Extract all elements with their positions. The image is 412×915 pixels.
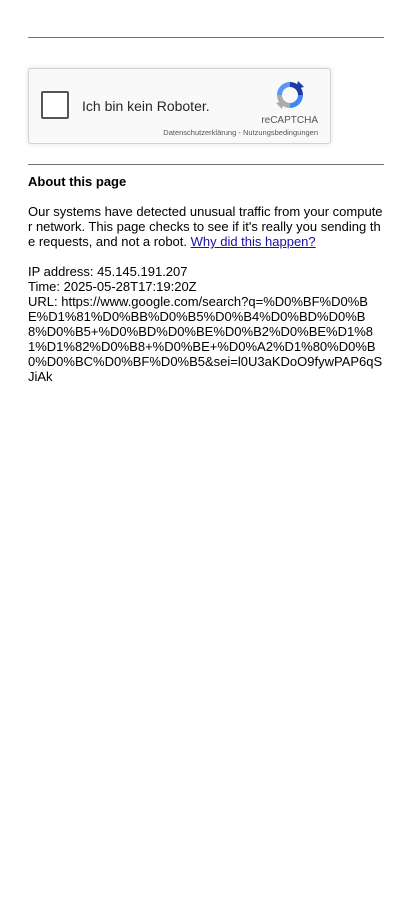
top-divider bbox=[28, 37, 384, 38]
recaptcha-brand: reCAPTCHA bbox=[261, 115, 318, 126]
terms-link[interactable]: Nutzungsbedingungen bbox=[243, 128, 318, 137]
recaptcha-widget: Ich bin kein Roboter. reCAPTCHA Datensch… bbox=[28, 68, 331, 144]
why-link[interactable]: Why did this happen? bbox=[191, 234, 316, 249]
about-body: Our systems have detected unusual traffi… bbox=[28, 204, 384, 249]
captcha-legal-links: Datenschutzerklärung - Nutzungsbedingung… bbox=[163, 128, 318, 137]
ip-address: IP address: 45.145.191.207 bbox=[28, 264, 188, 279]
about-title: About this page bbox=[28, 174, 127, 189]
privacy-link[interactable]: Datenschutzerklärung bbox=[163, 128, 236, 137]
captcha-page: Ich bin kein Roboter. reCAPTCHA Datensch… bbox=[0, 0, 412, 915]
recaptcha-logo-icon bbox=[276, 81, 304, 109]
captcha-checkbox-label[interactable]: Ich bin kein Roboter. bbox=[82, 98, 210, 114]
middle-divider bbox=[28, 164, 384, 165]
legal-separator: - bbox=[236, 128, 243, 137]
request-time: Time: 2025-05-28T17:19:20Z bbox=[28, 279, 197, 294]
request-url: URL: https://www.google.com/search?q=%D0… bbox=[28, 294, 383, 384]
request-details: IP address: 45.145.191.207 Time: 2025-05… bbox=[28, 264, 384, 384]
about-section: About this page Our systems have detecte… bbox=[28, 174, 384, 384]
not-a-robot-checkbox[interactable] bbox=[41, 91, 69, 119]
